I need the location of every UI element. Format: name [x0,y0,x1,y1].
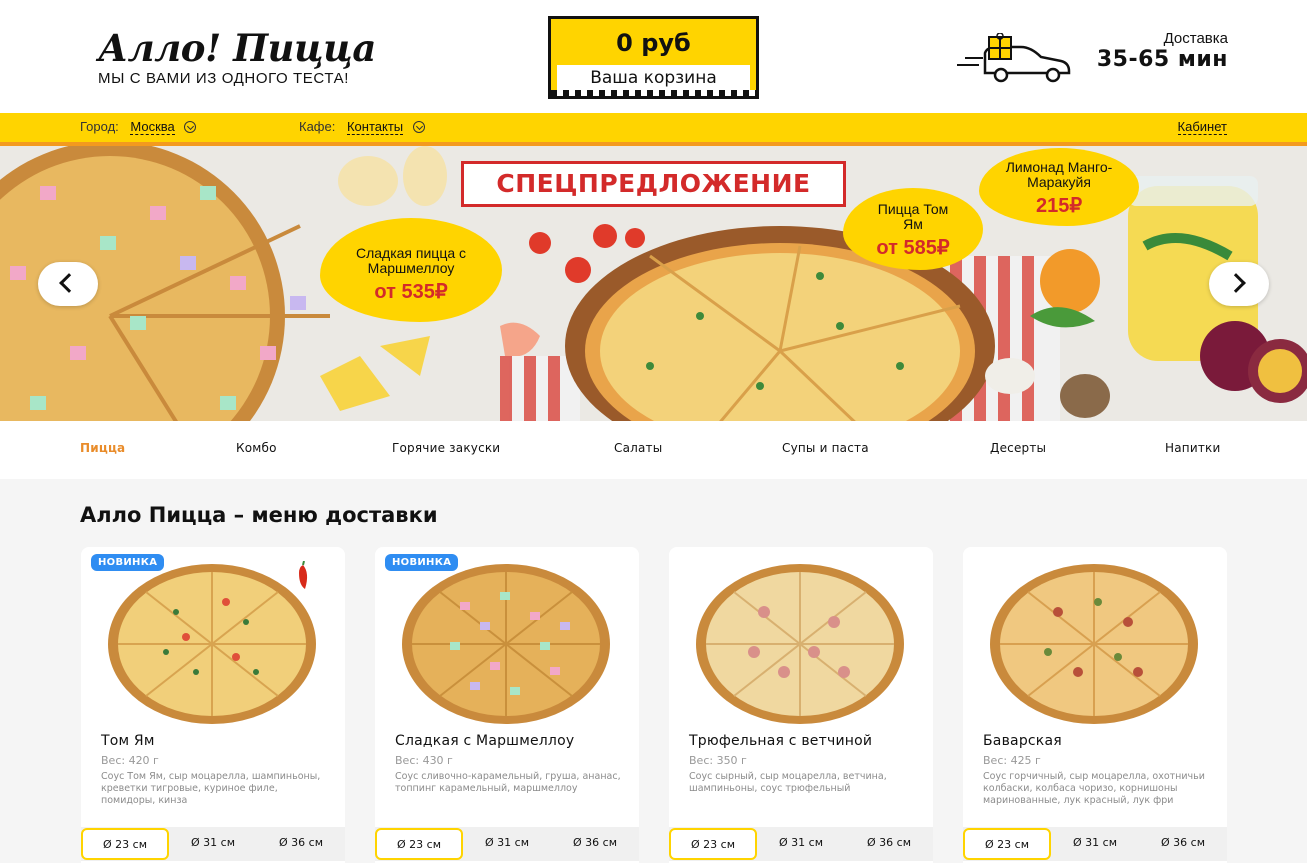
product-name[interactable]: Сладкая с Маршмеллоу [395,733,574,749]
banner-headline: СПЕЦПРЕДЛОЖЕНИЕ [461,161,846,207]
size-option-36[interactable]: Ø 36 см [551,828,639,860]
pizza-image [402,564,610,724]
size-selector: Ø 23 см Ø 31 см Ø 36 см [81,827,345,861]
promo-name: Лимонад Манго-Маракуйя [1005,159,1113,190]
size-option-36[interactable]: Ø 36 см [257,828,345,860]
pizza-image [990,564,1198,724]
site-header: Алло! Пицца МЫ С ВАМИ ИЗ ОДНОГО ТЕСТА! 0… [0,0,1307,113]
product-weight: Вес: 350 г [689,754,747,767]
product-name[interactable]: Трюфельная с ветчиной [689,733,872,749]
size-selector: Ø 23 см Ø 31 см Ø 36 см [963,827,1227,861]
product-description: Соус горчичный, сыр моцарелла, охотничьи… [983,771,1205,806]
product-name[interactable]: Баварская [983,733,1062,749]
location-bar: Город: Москва Кафе: Контакты Кабинет [0,113,1307,146]
promo-banner[interactable]: СПЕЦПРЕДЛОЖЕНИЕ Сладкая пицца с Маршмелл… [0,146,1307,421]
product-card[interactable]: НОВИНКА Сладкая с Маршмеллоу Вес: 430 г … [375,547,639,863]
chevron-down-icon[interactable] [412,121,425,133]
logo-title: Алло! Пицца [98,26,376,70]
cart-zigzag [551,90,756,96]
delivery-car-icon [957,33,1071,83]
product-weight: Вес: 420 г [101,754,159,767]
size-option-36[interactable]: Ø 36 см [845,828,933,860]
chevron-right-icon [1226,273,1246,293]
product-card[interactable]: Трюфельная с ветчиной Вес: 350 г Соус сы… [669,547,933,863]
promo-bubble-tomyam: Пицца Том Ям от 585₽ [843,188,983,270]
cabinet-link-wrap: Кабинет [1177,119,1227,135]
delivery-time: 35-65 мин [1096,47,1228,72]
promo-bubble-lemonade: Лимонад Манго-Маракуйя 215₽ [979,148,1139,226]
size-option-23[interactable]: Ø 23 см [81,828,169,860]
product-weight: Вес: 425 г [983,754,1041,767]
promo-bubble-marshmallow: Сладкая пицца с Маршмеллоу от 535₽ [320,218,502,322]
size-option-31[interactable]: Ø 31 см [757,828,845,860]
delivery-label: Доставка [1163,30,1228,47]
size-option-23[interactable]: Ø 23 см [375,828,463,860]
spicy-chili-icon [299,561,308,589]
cart-button[interactable]: 0 руб Ваша корзина [548,16,759,99]
size-selector: Ø 23 см Ø 31 см Ø 36 см [669,827,933,861]
category-pizza[interactable]: Пицца [80,441,125,455]
cart-label-box: Ваша корзина [557,65,750,91]
chevron-left-icon [59,273,79,293]
promo-price: от 585₽ [876,237,950,259]
size-option-31[interactable]: Ø 31 см [463,828,551,860]
cabinet-link[interactable]: Кабинет [1177,119,1227,135]
size-option-36[interactable]: Ø 36 см [1139,828,1227,860]
product-weight: Вес: 430 г [395,754,453,767]
product-description: Соус Том Ям, сыр моцарелла, шампиньоны, … [101,771,321,806]
category-soups-pasta[interactable]: Супы и паста [782,441,869,455]
cafe-label: Кафе: [299,119,336,134]
section-title: Алло Пицца – меню доставки [80,503,438,527]
pizza-image [108,564,316,724]
cart-label: Ваша корзина [590,68,717,88]
category-combo[interactable]: Комбо [236,441,277,455]
size-option-31[interactable]: Ø 31 см [1051,828,1139,860]
city-label: Город: [80,119,119,134]
product-card[interactable]: Баварская Вес: 425 г Соус горчичный, сыр… [963,547,1227,863]
size-selector: Ø 23 см Ø 31 см Ø 36 см [375,827,639,861]
carousel-prev-button[interactable] [38,262,98,306]
page: Алло! Пицца МЫ С ВАМИ ИЗ ОДНОГО ТЕСТА! 0… [0,0,1307,863]
delivery-info: Доставка 35-65 мин [1097,30,1228,72]
cafe-value[interactable]: Контакты [346,119,404,135]
logo-subtitle: МЫ С ВАМИ ИЗ ОДНОГО ТЕСТА! [98,70,349,87]
size-option-23[interactable]: Ø 23 см [963,828,1051,860]
new-badge: НОВИНКА [385,554,459,571]
promo-price: от 535₽ [374,281,448,303]
promo-name: Пицца Том Ям [877,201,949,232]
product-card[interactable]: НОВИНКА Том Ям Вес: 420 г Соус Том Ям, с… [81,547,345,863]
pizza-image [696,564,904,724]
promo-price: 215₽ [1035,195,1083,217]
cart-total: 0 руб [616,29,691,57]
category-drinks[interactable]: Напитки [1165,441,1220,455]
category-nav: Пицца Комбо Горячие закуски Салаты Супы … [0,421,1307,479]
product-description: Соус сырный, сыр моцарелла, ветчина, шам… [689,771,887,794]
chevron-down-icon[interactable] [184,121,197,133]
logo[interactable]: Алло! Пицца МЫ С ВАМИ ИЗ ОДНОГО ТЕСТА! [98,28,376,87]
category-desserts[interactable]: Десерты [990,441,1046,455]
category-hot-snacks[interactable]: Горячие закуски [392,441,500,455]
product-name[interactable]: Том Ям [101,733,155,749]
city-selector[interactable]: Город: Москва [80,119,197,135]
product-description: Соус сливочно-карамельный, груша, ананас… [395,771,621,794]
carousel-next-button[interactable] [1209,262,1269,306]
city-value[interactable]: Москва [130,119,175,135]
size-option-31[interactable]: Ø 31 см [169,828,257,860]
promo-name: Сладкая пицца с Маршмеллоу [355,245,467,276]
cafe-selector[interactable]: Кафе: Контакты [299,119,425,135]
new-badge: НОВИНКА [91,554,165,571]
category-salads[interactable]: Салаты [614,441,662,455]
size-option-23[interactable]: Ø 23 см [669,828,757,860]
